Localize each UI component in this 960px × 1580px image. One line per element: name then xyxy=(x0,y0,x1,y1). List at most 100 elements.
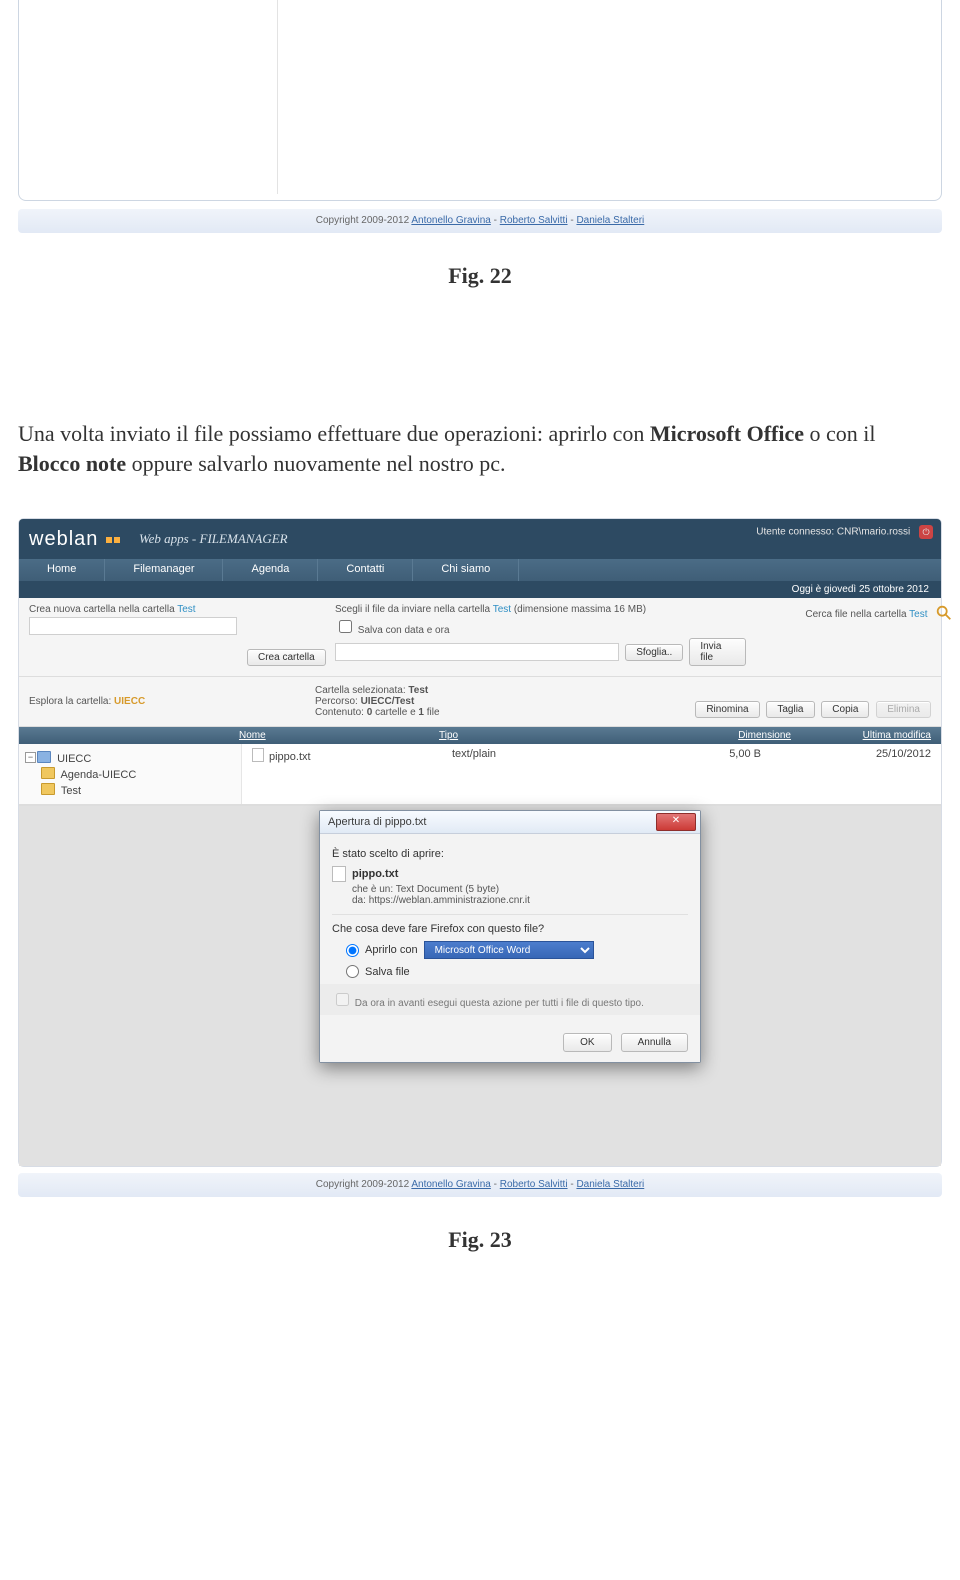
b2: Blocco note xyxy=(18,451,126,476)
folder-icon xyxy=(41,767,55,779)
date-bar: Oggi è giovedì 25 ottobre 2012 xyxy=(19,581,941,598)
path-value: UIECC/Test xyxy=(361,696,415,707)
path-prefix: Percorso: xyxy=(315,696,361,707)
t3: oppure salvarlo nuovamente nel nostro pc… xyxy=(126,451,505,476)
from-value: https://weblan.amministrazione.cnr.it xyxy=(369,895,530,906)
open-with-row[interactable]: Aprirlo con Microsoft Office Word xyxy=(346,941,688,959)
t1: Una volta inviato il file possiamo effet… xyxy=(18,421,650,446)
info-row: Esplora la cartella: UIECC Cartella sele… xyxy=(19,677,941,727)
explore-value: UIECC xyxy=(114,696,145,707)
author-link-1[interactable]: Antonello Gravina xyxy=(411,1179,491,1190)
b1: Microsoft Office xyxy=(650,421,804,446)
menu-filemanager[interactable]: Filemanager xyxy=(105,559,223,581)
fig23-caption: Fig. 23 xyxy=(448,1227,512,1252)
fig23-copyright-bar: Copyright 2009-2012 Antonello Gravina - … xyxy=(18,1173,942,1197)
banner-user-area: Utente connesso: CNR\mario.rossi ⏻ xyxy=(756,525,933,539)
delete-button[interactable]: Elimina xyxy=(876,701,931,718)
banner-subtitle: Web apps - FILEMANAGER xyxy=(139,531,288,547)
author-link-1[interactable]: Antonello Gravina xyxy=(411,215,491,226)
from-prefix: da: xyxy=(352,895,369,906)
col-size[interactable]: Dimensione xyxy=(651,730,791,741)
col-type[interactable]: Tipo xyxy=(439,730,651,741)
author-link-3[interactable]: Daniela Stalteri xyxy=(576,1179,644,1190)
tree-agenda-row[interactable]: Agenda-UIECC xyxy=(41,766,235,782)
upload-path-input[interactable] xyxy=(335,643,619,661)
author-link-3[interactable]: Daniela Stalteri xyxy=(576,215,644,226)
browse-button[interactable]: Sfoglia.. xyxy=(625,644,683,661)
author-link-2[interactable]: Roberto Salvitti xyxy=(500,215,568,226)
dialog-chosen-text: È stato scelto di aprire: xyxy=(332,848,688,860)
upload-label-suffix: (dimensione massima 16 MB) xyxy=(514,604,646,615)
fig22-caption: Fig. 22 xyxy=(448,263,512,288)
logo-text: weblan xyxy=(29,528,98,550)
save-date-checkbox[interactable] xyxy=(339,620,352,633)
collapse-icon[interactable]: − xyxy=(25,752,36,763)
menu-agenda[interactable]: Agenda xyxy=(223,559,318,581)
explore-label: Esplora la cartella: xyxy=(29,696,114,707)
remember-checkbox xyxy=(336,993,349,1006)
close-button[interactable]: ✕ xyxy=(656,813,696,831)
file-type: text/plain xyxy=(452,748,651,763)
col-mod[interactable]: Ultima modifica xyxy=(791,730,931,741)
file-table-header: Nome Tipo Dimensione Ultima modifica xyxy=(19,727,941,744)
create-label: Crea nuova cartella nella cartella xyxy=(29,604,177,615)
rename-button[interactable]: Rinomina xyxy=(695,701,759,718)
app-select[interactable]: Microsoft Office Word xyxy=(424,941,594,959)
logo-accent-icon xyxy=(114,537,120,543)
save-file-radio[interactable] xyxy=(346,965,359,978)
main-menu: Home Filemanager Agenda Contatti Chi sia… xyxy=(19,559,941,581)
dialog-titlebar[interactable]: Apertura di pippo.txt ✕ xyxy=(320,811,700,834)
search-block: Cerca file nella cartella Test xyxy=(754,604,954,666)
content-v1: 0 xyxy=(367,707,373,718)
sel-value: Test xyxy=(408,685,428,696)
remember-row: Da ora in avanti esegui questa azione pe… xyxy=(320,984,700,1015)
create-folder-button[interactable]: Crea cartella xyxy=(247,649,326,666)
menu-contatti[interactable]: Contatti xyxy=(318,559,413,581)
logo-accent-icon xyxy=(106,537,112,543)
menu-chi-siamo[interactable]: Chi siamo xyxy=(413,559,519,581)
file-name: pippo.txt xyxy=(269,751,311,763)
folder-tree: − UIECC Agenda-UIECC Test xyxy=(19,744,242,804)
file-row[interactable]: pippo.txt text/plain 5,00 B 25/10/2012 xyxy=(242,744,941,767)
dialog-backdrop: Apertura di pippo.txt ✕ È stato scelto d… xyxy=(19,805,941,1166)
send-file-button[interactable]: Invia file xyxy=(689,638,746,666)
file-mod: 25/10/2012 xyxy=(791,748,931,763)
tree-test-label: Test xyxy=(61,785,81,797)
search-label-prefix: Cerca file nella cartella xyxy=(805,609,909,620)
content-prefix: Contenuto: xyxy=(315,707,367,718)
vertical-divider xyxy=(277,0,278,194)
author-link-2[interactable]: Roberto Salvitti xyxy=(500,1179,568,1190)
sel-prefix: Cartella selezionata: xyxy=(315,685,408,696)
dialog-body: È stato scelto di aprire: pippo.txt che … xyxy=(320,834,700,1023)
remember-label: Da ora in avanti esegui questa azione pe… xyxy=(355,998,644,1009)
tree-root-label: UIECC xyxy=(57,753,91,765)
file-list: pippo.txt text/plain 5,00 B 25/10/2012 xyxy=(242,744,941,804)
create-folder-block: Crea nuova cartella nella cartella Test xyxy=(29,604,239,666)
tree-agenda-label: Agenda-UIECC xyxy=(60,769,136,781)
save-file-row[interactable]: Salva file xyxy=(346,965,688,978)
menu-home[interactable]: Home xyxy=(19,559,105,581)
dialog-title: Apertura di pippo.txt xyxy=(328,816,426,828)
copyright-prefix: Copyright 2009-2012 xyxy=(316,1179,412,1190)
content-l1: cartelle e xyxy=(375,707,418,718)
cancel-button[interactable]: Annulla xyxy=(621,1033,688,1052)
open-with-radio[interactable] xyxy=(346,944,359,957)
cut-button[interactable]: Taglia xyxy=(766,701,814,718)
create-folder-input[interactable] xyxy=(29,617,237,635)
user-value: CNR\mario.rossi xyxy=(837,527,910,538)
ok-button[interactable]: OK xyxy=(563,1033,611,1052)
col-name[interactable]: Nome xyxy=(239,730,439,741)
weblan-logo: weblan xyxy=(29,528,121,551)
open-file-dialog: Apertura di pippo.txt ✕ È stato scelto d… xyxy=(319,810,701,1063)
save-file-label: Salva file xyxy=(365,966,410,978)
upload-folder: Test xyxy=(493,604,511,615)
copy-button[interactable]: Copia xyxy=(821,701,869,718)
toolbar: Crea nuova cartella nella cartella Test … xyxy=(19,598,941,677)
tree-root-row[interactable]: − UIECC xyxy=(25,750,235,766)
tree-test-row[interactable]: Test xyxy=(41,782,235,798)
logout-button[interactable]: ⏻ xyxy=(919,525,933,539)
search-icon[interactable] xyxy=(934,604,954,622)
dialog-file-name: pippo.txt xyxy=(352,868,398,880)
open-with-label: Aprirlo con xyxy=(365,944,418,956)
app-banner: weblan Web apps - FILEMANAGER Utente con… xyxy=(19,519,941,559)
